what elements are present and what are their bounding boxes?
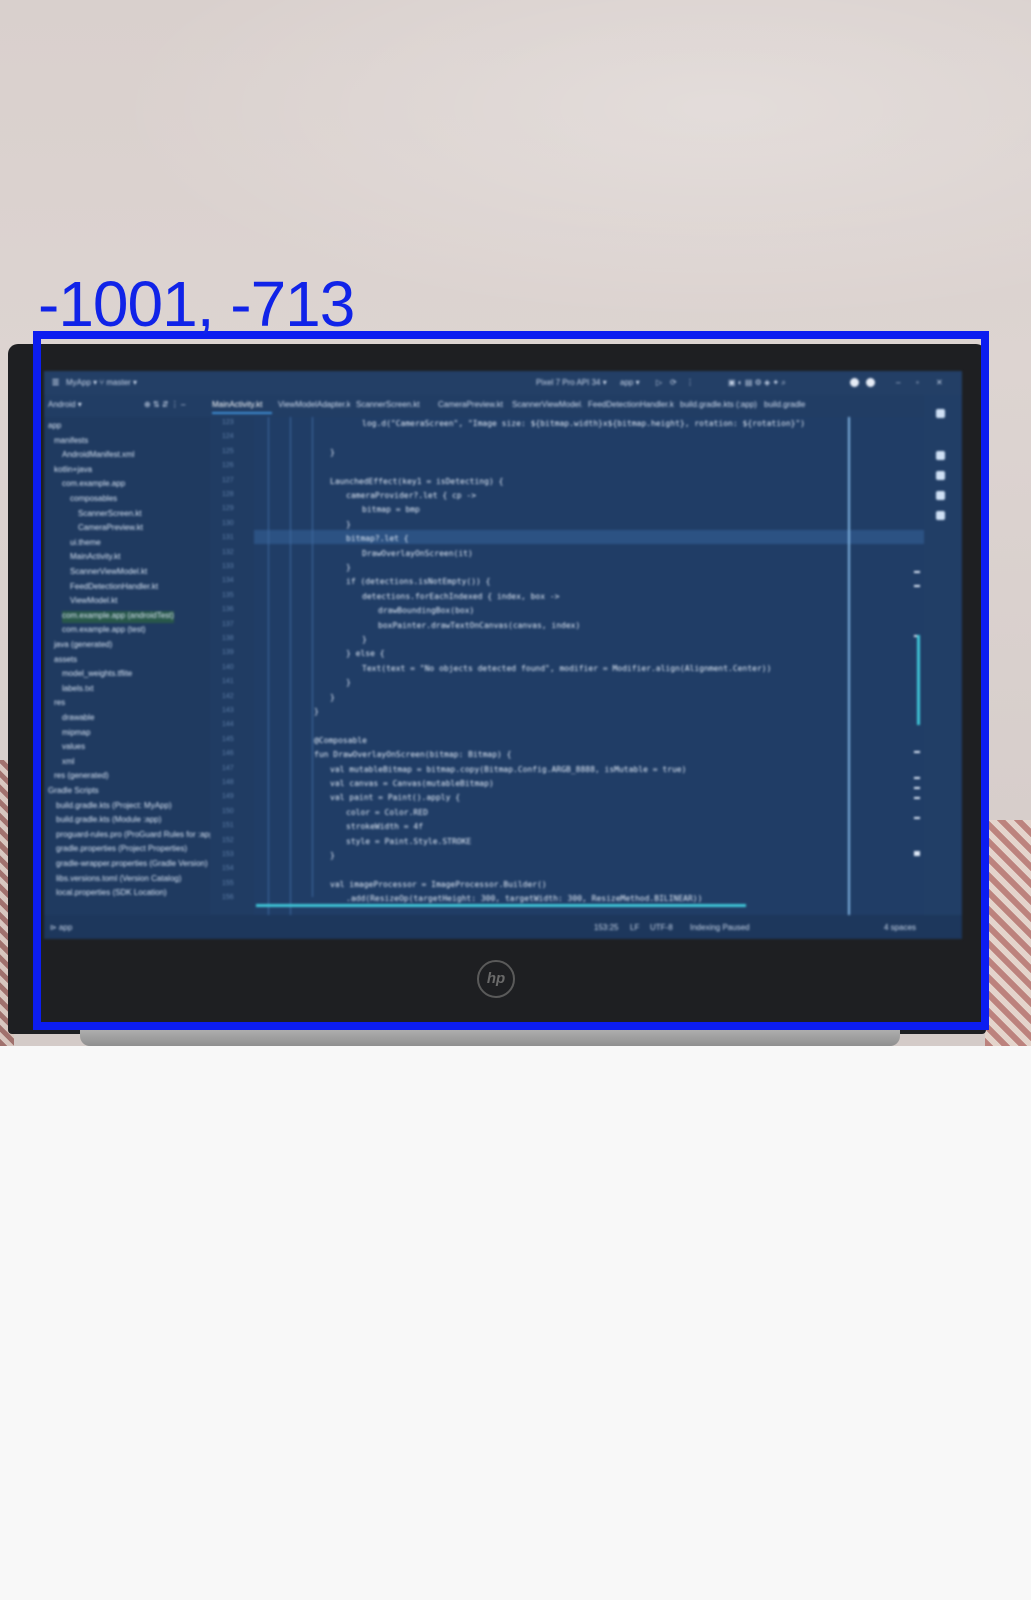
bounding-box-overlay [33, 331, 989, 1030]
coordinate-label: -1001, -713 [38, 268, 355, 340]
photo-background: hp ☰ MyApp ▾ ⑂ master ▾ Pixel 7 Pro API … [0, 0, 1031, 1046]
table-cloth-right [985, 820, 1031, 1046]
